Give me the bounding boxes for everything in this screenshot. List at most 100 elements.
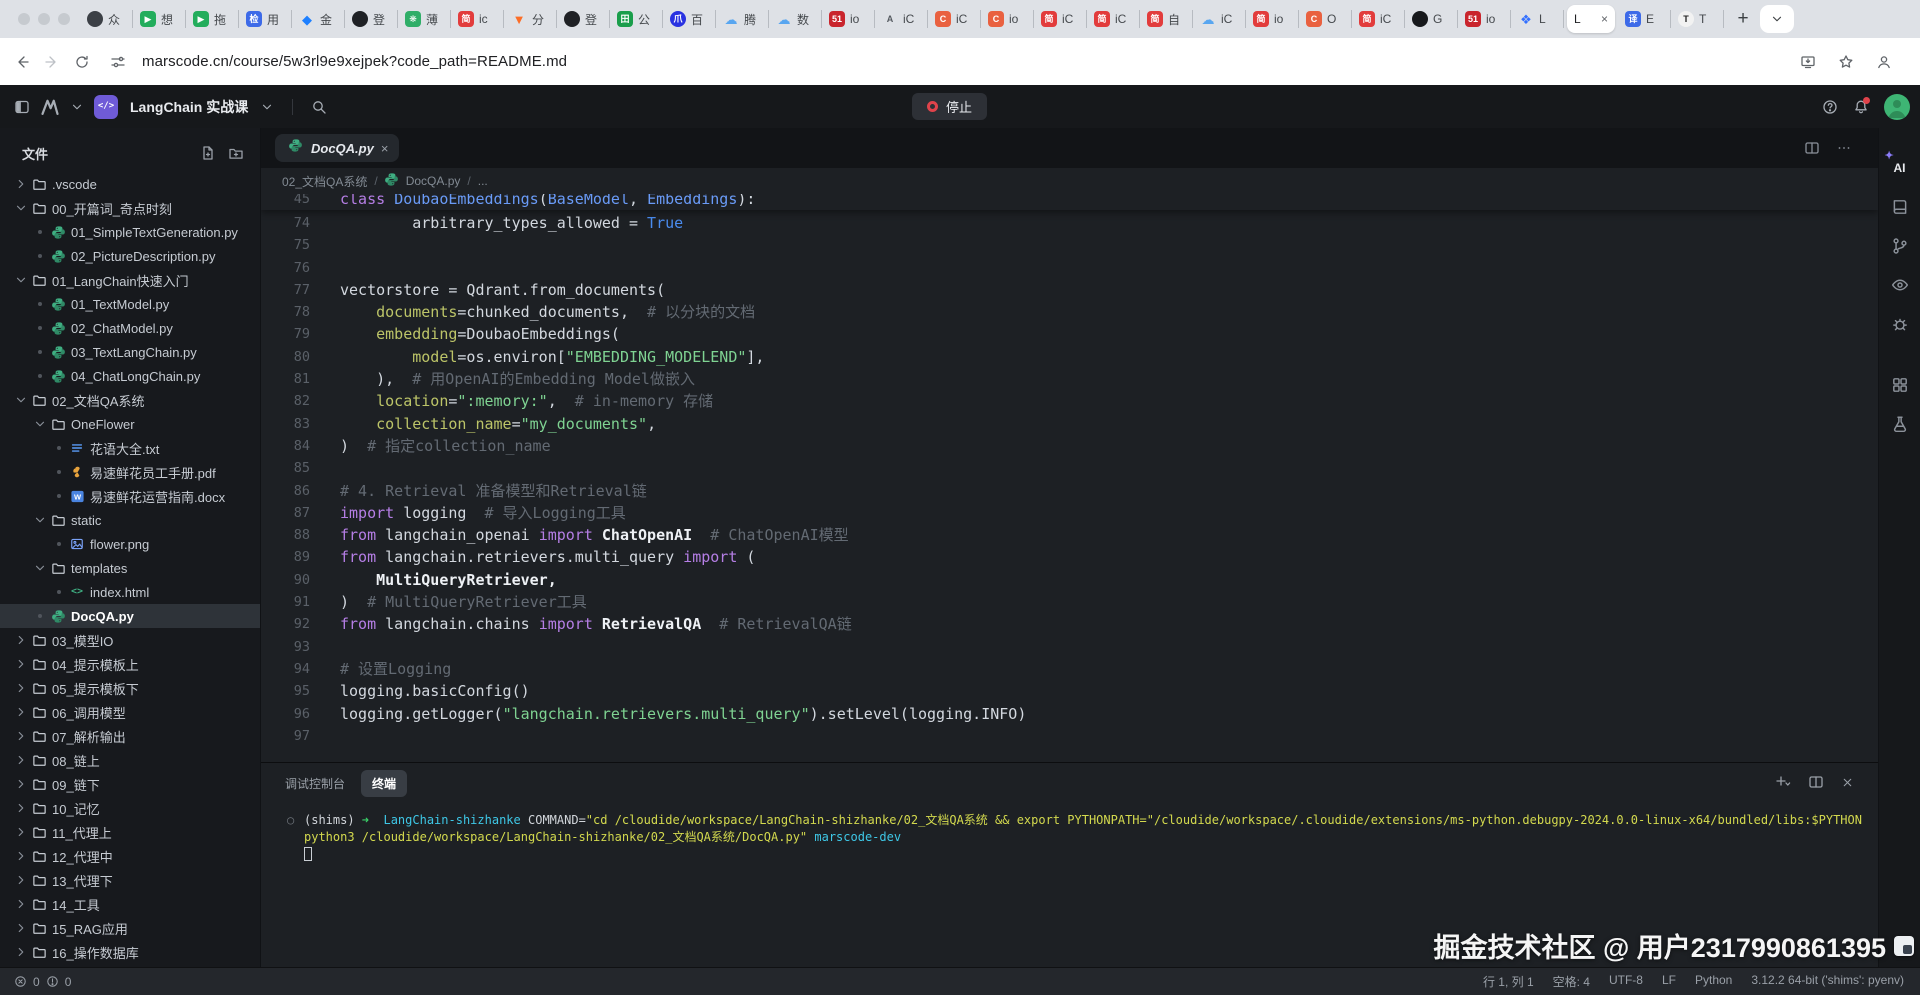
- new-folder-icon[interactable]: [228, 145, 244, 161]
- tree-item[interactable]: 13_代理下: [0, 868, 260, 892]
- tree-item[interactable]: 14_工具: [0, 892, 260, 916]
- address-bar[interactable]: marscode.cn/course/5w3rl9e9xejpek?code_p…: [142, 53, 567, 70]
- window-controls[interactable]: [18, 13, 70, 25]
- browser-tab[interactable]: ▶想: [133, 0, 186, 38]
- install-app-icon[interactable]: [1800, 54, 1816, 70]
- chevron-right-icon[interactable]: [12, 657, 30, 671]
- tree-item[interactable]: 12_代理中: [0, 844, 260, 868]
- browser-tab[interactable]: 爪百: [663, 0, 716, 38]
- chevron-down-icon[interactable]: [12, 201, 30, 215]
- tree-item[interactable]: 03_TextLangChain.py: [0, 340, 260, 364]
- tree-item[interactable]: 08_链上: [0, 748, 260, 772]
- flask-activity-icon[interactable]: [1886, 410, 1914, 438]
- tree-item[interactable]: 11_代理上: [0, 820, 260, 844]
- tab-search-button[interactable]: [1760, 5, 1794, 33]
- active-browser-tab[interactable]: L×: [1567, 5, 1615, 33]
- bookmark-star-icon[interactable]: [1838, 54, 1854, 70]
- eye-activity-icon[interactable]: [1886, 271, 1914, 299]
- chevron-right-icon[interactable]: [12, 177, 30, 191]
- minimize-window-button[interactable]: [38, 13, 50, 25]
- chevron-right-icon[interactable]: [12, 873, 30, 887]
- browser-tab[interactable]: 检用: [239, 0, 292, 38]
- browser-profile-icon[interactable]: [1876, 54, 1892, 70]
- site-controls-icon[interactable]: [110, 54, 126, 70]
- logo-chevron-down-icon[interactable]: [70, 100, 84, 114]
- chevron-right-icon[interactable]: [12, 633, 30, 647]
- breadcrumb-file[interactable]: DocQA.py: [406, 174, 461, 188]
- tree-item[interactable]: 02_ChatModel.py: [0, 316, 260, 340]
- new-tab-button[interactable]: +: [1730, 6, 1756, 32]
- browser-tab[interactable]: ❋薄: [398, 0, 451, 38]
- close-window-button[interactable]: [18, 13, 30, 25]
- tree-item[interactable]: 07_解析输出: [0, 724, 260, 748]
- split-editor-icon[interactable]: [1804, 140, 1820, 156]
- browser-tab[interactable]: 简iC: [1034, 0, 1087, 38]
- browser-tab[interactable]: ☁数: [769, 0, 822, 38]
- chevron-down-icon[interactable]: [12, 393, 30, 407]
- chevron-down-icon[interactable]: [31, 417, 49, 431]
- browser-tab[interactable]: ❖L: [1511, 0, 1564, 38]
- status-item-2[interactable]: UTF-8: [1609, 973, 1643, 990]
- chevron-right-icon[interactable]: [12, 729, 30, 743]
- status-item-0[interactable]: 行 1, 列 1: [1483, 973, 1534, 990]
- browser-tab[interactable]: 51io: [822, 0, 875, 38]
- tree-item[interactable]: 06_调用模型: [0, 700, 260, 724]
- tab-debug-console[interactable]: 调试控制台: [285, 775, 345, 792]
- tree-item[interactable]: OneFlower: [0, 412, 260, 436]
- browser-tab[interactable]: ◆金: [292, 0, 345, 38]
- breadcrumb-symbol[interactable]: ...: [478, 174, 488, 188]
- new-file-icon[interactable]: [200, 145, 216, 161]
- branch-activity-icon[interactable]: [1886, 232, 1914, 260]
- workspace-chevron-down-icon[interactable]: [260, 100, 274, 114]
- tree-item[interactable]: 09_链下: [0, 772, 260, 796]
- browser-tab[interactable]: ☁iC: [1193, 0, 1246, 38]
- chevron-right-icon[interactable]: [12, 801, 30, 815]
- tree-item[interactable]: 04_提示模板上: [0, 652, 260, 676]
- chevron-right-icon[interactable]: [12, 777, 30, 791]
- chevron-down-icon[interactable]: [12, 273, 30, 287]
- maximize-window-button[interactable]: [58, 13, 70, 25]
- browser-tab[interactable]: 登: [557, 0, 610, 38]
- chevron-right-icon[interactable]: [12, 945, 30, 959]
- chevron-right-icon[interactable]: [12, 897, 30, 911]
- tree-item[interactable]: 16_操作数据库: [0, 940, 260, 964]
- forward-button[interactable]: [44, 54, 60, 70]
- chevron-right-icon[interactable]: [12, 825, 30, 839]
- tree-item[interactable]: 15_RAG应用: [0, 916, 260, 940]
- back-button[interactable]: [14, 54, 30, 70]
- chevron-right-icon[interactable]: [12, 849, 30, 863]
- browser-tab[interactable]: 田公: [610, 0, 663, 38]
- close-tab-icon[interactable]: ×: [381, 141, 389, 156]
- browser-tab[interactable]: 简iC: [1352, 0, 1405, 38]
- tree-item[interactable]: 02_PictureDescription.py: [0, 244, 260, 268]
- breadcrumb-folder[interactable]: 02_文档QA系统: [282, 173, 367, 190]
- tree-item[interactable]: DocQA.py: [0, 604, 260, 628]
- browser-tab[interactable]: 51io: [1458, 0, 1511, 38]
- terminal-output[interactable]: ○(shims) ➜ LangChain-shizhanke COMMAND="…: [287, 812, 1862, 864]
- browser-tab[interactable]: 简ic: [451, 0, 504, 38]
- help-icon[interactable]: [1822, 99, 1838, 115]
- chevron-right-icon[interactable]: [12, 921, 30, 935]
- more-actions-icon[interactable]: [1836, 140, 1852, 156]
- user-avatar[interactable]: [1884, 94, 1910, 120]
- browser-tab[interactable]: AiC: [875, 0, 928, 38]
- browser-tab[interactable]: 译E: [1618, 0, 1671, 38]
- close-tab-icon[interactable]: ×: [1601, 12, 1608, 26]
- browser-tab[interactable]: 简iC: [1087, 0, 1140, 38]
- chevron-right-icon[interactable]: [12, 753, 30, 767]
- bug-activity-icon[interactable]: [1886, 310, 1914, 338]
- new-terminal-icon[interactable]: [1775, 774, 1791, 790]
- tree-item[interactable]: <>index.html: [0, 580, 260, 604]
- browser-tab[interactable]: CiC: [928, 0, 981, 38]
- status-item-3[interactable]: LF: [1662, 973, 1676, 990]
- notifications-bell-icon[interactable]: [1853, 99, 1869, 115]
- browser-tab[interactable]: ☁腾: [716, 0, 769, 38]
- browser-tab[interactable]: ▶拖: [186, 0, 239, 38]
- split-terminal-icon[interactable]: [1808, 774, 1824, 790]
- toggle-sidebar-icon[interactable]: [14, 99, 30, 115]
- tree-item[interactable]: .vscode: [0, 172, 260, 196]
- tab-terminal[interactable]: 终端: [361, 770, 407, 797]
- tree-item[interactable]: 花语大全.txt: [0, 436, 260, 460]
- workspace-title[interactable]: LangChain 实战课: [130, 97, 248, 117]
- chevron-down-icon[interactable]: [31, 561, 49, 575]
